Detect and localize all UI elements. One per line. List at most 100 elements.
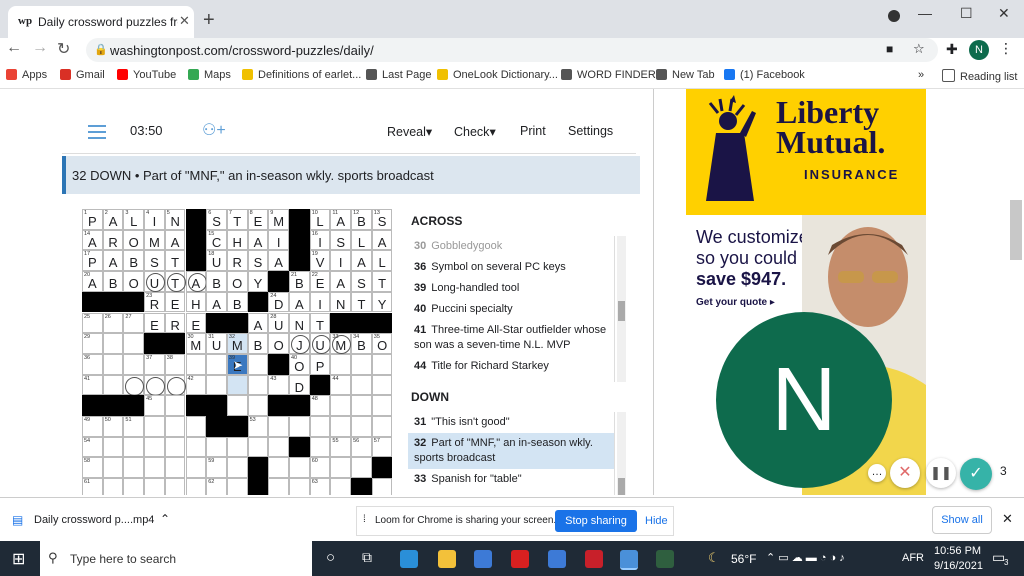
minimize-icon[interactable]: — bbox=[918, 5, 932, 21]
grid-cell[interactable]: Y bbox=[371, 291, 393, 313]
grid-cell[interactable]: 50 bbox=[102, 416, 124, 437]
grid-cell[interactable]: R bbox=[102, 229, 124, 251]
clock-time[interactable]: 10:56 PM bbox=[934, 545, 981, 557]
stop-sharing-button[interactable]: Stop sharing bbox=[555, 510, 637, 532]
grid-cell[interactable]: A bbox=[351, 250, 372, 272]
grid-cell[interactable] bbox=[330, 353, 352, 375]
grid-cell[interactable] bbox=[102, 478, 124, 495]
grid-cell[interactable]: I bbox=[268, 229, 289, 251]
grid-cell[interactable] bbox=[123, 353, 145, 375]
grid-cell[interactable]: B bbox=[102, 271, 124, 292]
grid-cell[interactable]: 59 bbox=[206, 457, 227, 479]
grid-cell[interactable]: 43 bbox=[268, 374, 289, 396]
more-bookmarks-icon[interactable]: » bbox=[918, 69, 924, 81]
edge-icon[interactable] bbox=[400, 550, 418, 568]
camera-icon[interactable]: ■ bbox=[886, 42, 893, 56]
grid-cell[interactable]: 24 D bbox=[268, 291, 289, 313]
grid-cell[interactable] bbox=[206, 374, 227, 396]
reload-icon[interactable]: ↻ bbox=[57, 39, 70, 59]
grid-cell[interactable] bbox=[144, 436, 165, 458]
grid-cell[interactable] bbox=[102, 333, 124, 354]
grid-cell[interactable] bbox=[102, 374, 124, 396]
download-file-name[interactable]: Daily crossword p....mp4 bbox=[34, 514, 154, 526]
grid-cell[interactable]: A bbox=[268, 250, 289, 272]
finish-recording-icon[interactable]: ✓ bbox=[960, 458, 992, 490]
grid-cell[interactable]: H bbox=[185, 291, 207, 313]
bookmark-new-tab[interactable]: New Tab bbox=[656, 69, 715, 81]
grid-cell[interactable]: B bbox=[247, 333, 269, 354]
grid-cell[interactable] bbox=[289, 457, 310, 479]
more-options-icon[interactable]: … bbox=[868, 464, 886, 482]
crossword-grid[interactable]: 1 P 2 A 3 L 4 I 5 N 6 S 7 T 8 E 9 M 10 L 11 A 12 B 13 S 14 A R O M A 15 C… bbox=[82, 209, 393, 495]
grid-cell[interactable]: 6S bbox=[206, 209, 227, 230]
grid-cell[interactable]: R bbox=[164, 312, 186, 334]
grid-cell[interactable]: 53 bbox=[247, 416, 269, 437]
clue-item[interactable]: 30 Gobbledygook bbox=[408, 236, 614, 257]
taskbar-search[interactable]: ⚲ Type here to search bbox=[40, 541, 312, 576]
grid-cell[interactable]: 42 bbox=[185, 374, 207, 396]
grid-cell[interactable]: 25 bbox=[82, 312, 103, 334]
grid-cell[interactable] bbox=[247, 395, 269, 416]
clue-item[interactable]: 41 Three-time All-Star outfielder whose s… bbox=[408, 320, 614, 356]
bookmark-apps[interactable]: Apps bbox=[6, 69, 47, 81]
grid-cell[interactable]: P bbox=[309, 353, 331, 375]
grid-cell[interactable]: E bbox=[185, 312, 207, 334]
grid-cell[interactable]: N bbox=[330, 291, 352, 313]
grid-cell[interactable]: 62 bbox=[206, 478, 227, 495]
grid-cell[interactable] bbox=[268, 436, 289, 458]
grid-cell[interactable]: 23 R bbox=[144, 291, 165, 313]
acrobat-icon[interactable] bbox=[511, 550, 529, 568]
grid-cell[interactable]: 17 P bbox=[82, 250, 103, 272]
grid-cell[interactable]: 3L bbox=[123, 209, 145, 230]
down-clue-list[interactable]: 31 "This isn't good" 32 Part of "MNF," an i… bbox=[408, 412, 615, 495]
close-tab-icon[interactable]: ✕ bbox=[179, 13, 190, 29]
bookmark-facebook[interactable]: (1) Facebook bbox=[724, 69, 805, 81]
reveal-menu[interactable]: Reveal▾ bbox=[387, 124, 432, 139]
grid-cell[interactable] bbox=[164, 457, 186, 479]
weather-temp[interactable]: 56°F bbox=[731, 552, 756, 566]
bookmark-maps[interactable]: Maps bbox=[188, 69, 231, 81]
grid-cell[interactable] bbox=[102, 457, 124, 479]
grid-cell[interactable]: 9M bbox=[268, 209, 289, 230]
grid-cell[interactable]: I bbox=[309, 291, 331, 313]
grid-cell[interactable]: D bbox=[289, 374, 310, 396]
grid-cell[interactable] bbox=[185, 457, 207, 479]
grid-cell[interactable]: M bbox=[144, 229, 165, 251]
new-tab-plus-icon[interactable]: + bbox=[203, 9, 215, 32]
grid-cell[interactable] bbox=[351, 353, 372, 375]
grid-cell[interactable] bbox=[226, 436, 248, 458]
grid-cell[interactable]: 57 bbox=[371, 436, 393, 458]
grid-cell[interactable]: A bbox=[330, 271, 352, 292]
chevron-up-icon[interactable]: ⌃ bbox=[160, 512, 170, 526]
across-clue-list[interactable]: 30 Gobbledygook 36 Symbol on several PC key… bbox=[408, 236, 615, 382]
grid-cell[interactable]: H bbox=[226, 229, 248, 251]
bookmark-word-finder[interactable]: WORD FINDER bbox=[561, 69, 656, 81]
grid-cell[interactable] bbox=[123, 478, 145, 495]
grid-cell[interactable] bbox=[144, 416, 165, 437]
grid-cell[interactable] bbox=[351, 374, 372, 396]
grid-cell[interactable]: S bbox=[144, 250, 165, 272]
grid-cell[interactable]: 18 U bbox=[206, 250, 227, 272]
bookmark-last-page[interactable]: Last Page bbox=[366, 69, 432, 81]
mail-icon[interactable] bbox=[548, 550, 566, 568]
grid-cell[interactable]: 15 C bbox=[206, 229, 227, 251]
grid-cell[interactable] bbox=[371, 395, 393, 416]
grid-cell[interactable] bbox=[330, 457, 352, 479]
grid-cell[interactable]: 63 bbox=[309, 478, 331, 495]
grid-cell[interactable]: 37 bbox=[144, 353, 165, 375]
print-button[interactable]: Print bbox=[520, 124, 546, 138]
grid-cell[interactable]: A bbox=[185, 271, 207, 293]
grid-cell[interactable]: S bbox=[247, 250, 269, 272]
grid-cell[interactable] bbox=[247, 353, 269, 375]
grid-cell[interactable]: A bbox=[247, 312, 269, 334]
settings-button[interactable]: Settings bbox=[568, 124, 613, 138]
grid-cell[interactable]: 14 A bbox=[82, 229, 103, 251]
grid-cell[interactable]: 61 bbox=[82, 478, 103, 495]
grid-cell[interactable]: O bbox=[226, 271, 248, 292]
grid-cell[interactable]: Y bbox=[247, 271, 269, 292]
grid-cell[interactable] bbox=[123, 374, 145, 396]
grid-cell[interactable] bbox=[247, 374, 269, 396]
clue-item[interactable]: 33 Spanish for "table" bbox=[408, 469, 614, 490]
grid-cell[interactable] bbox=[289, 478, 310, 495]
grid-cell[interactable]: 48 bbox=[309, 395, 331, 416]
